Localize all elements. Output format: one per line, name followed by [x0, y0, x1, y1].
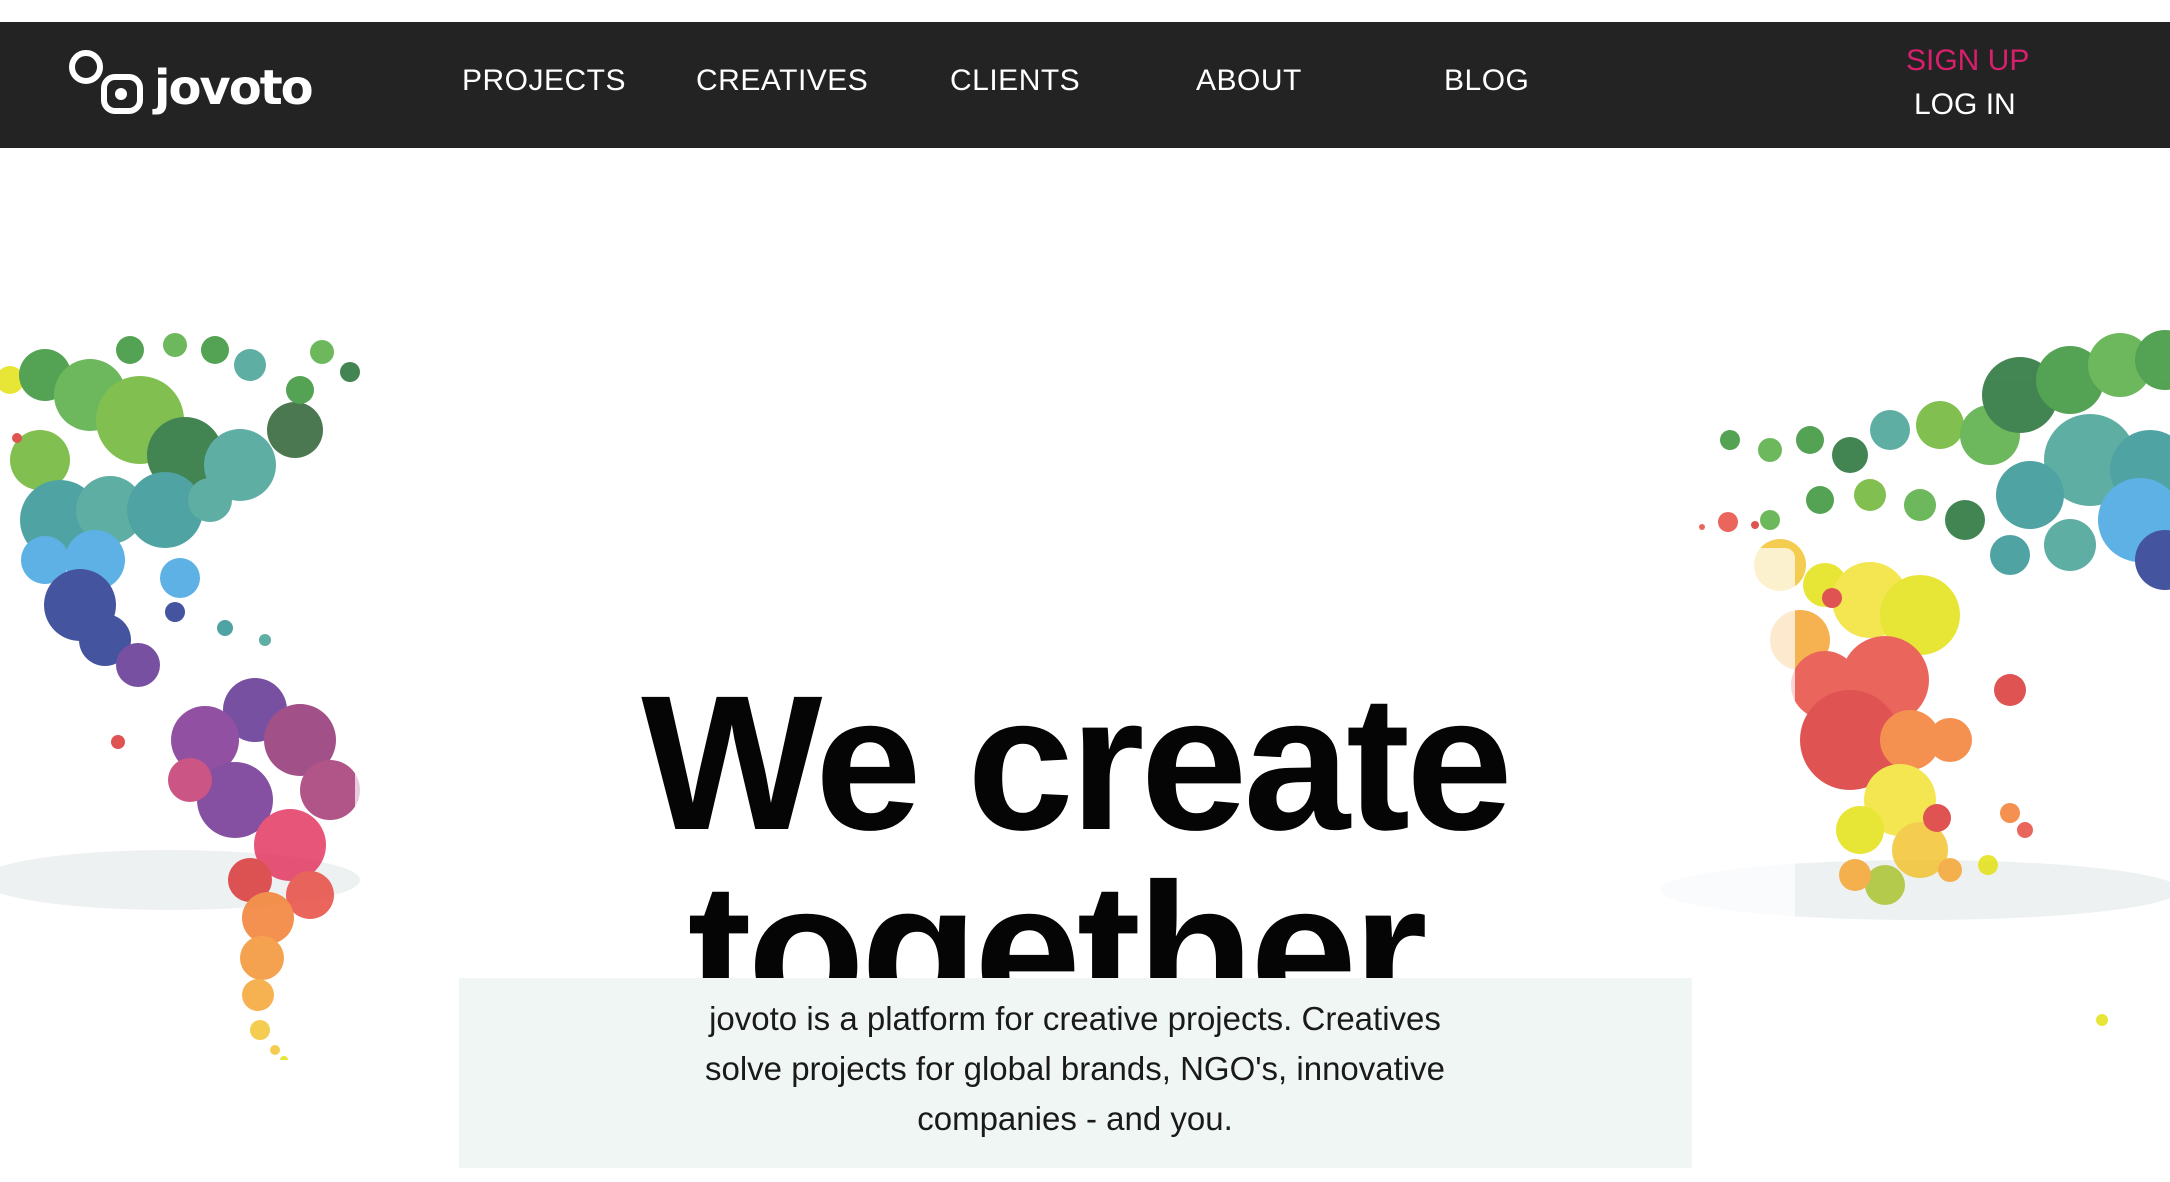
nav-about[interactable]: ABOUT: [1196, 64, 1302, 98]
world-map-americas: [0, 333, 395, 1060]
world-map-europe-africa: [1620, 330, 2170, 1026]
intro-text: jovoto is a platform for creative projec…: [705, 1000, 1445, 1137]
nav-blog[interactable]: BLOG: [1444, 64, 1529, 98]
nav-projects[interactable]: PROJECTS: [462, 64, 626, 98]
nav-creatives[interactable]: CREATIVES: [696, 64, 868, 98]
nav-clients[interactable]: CLIENTS: [950, 64, 1080, 98]
hero-headline-line1: We create: [641, 654, 1513, 870]
